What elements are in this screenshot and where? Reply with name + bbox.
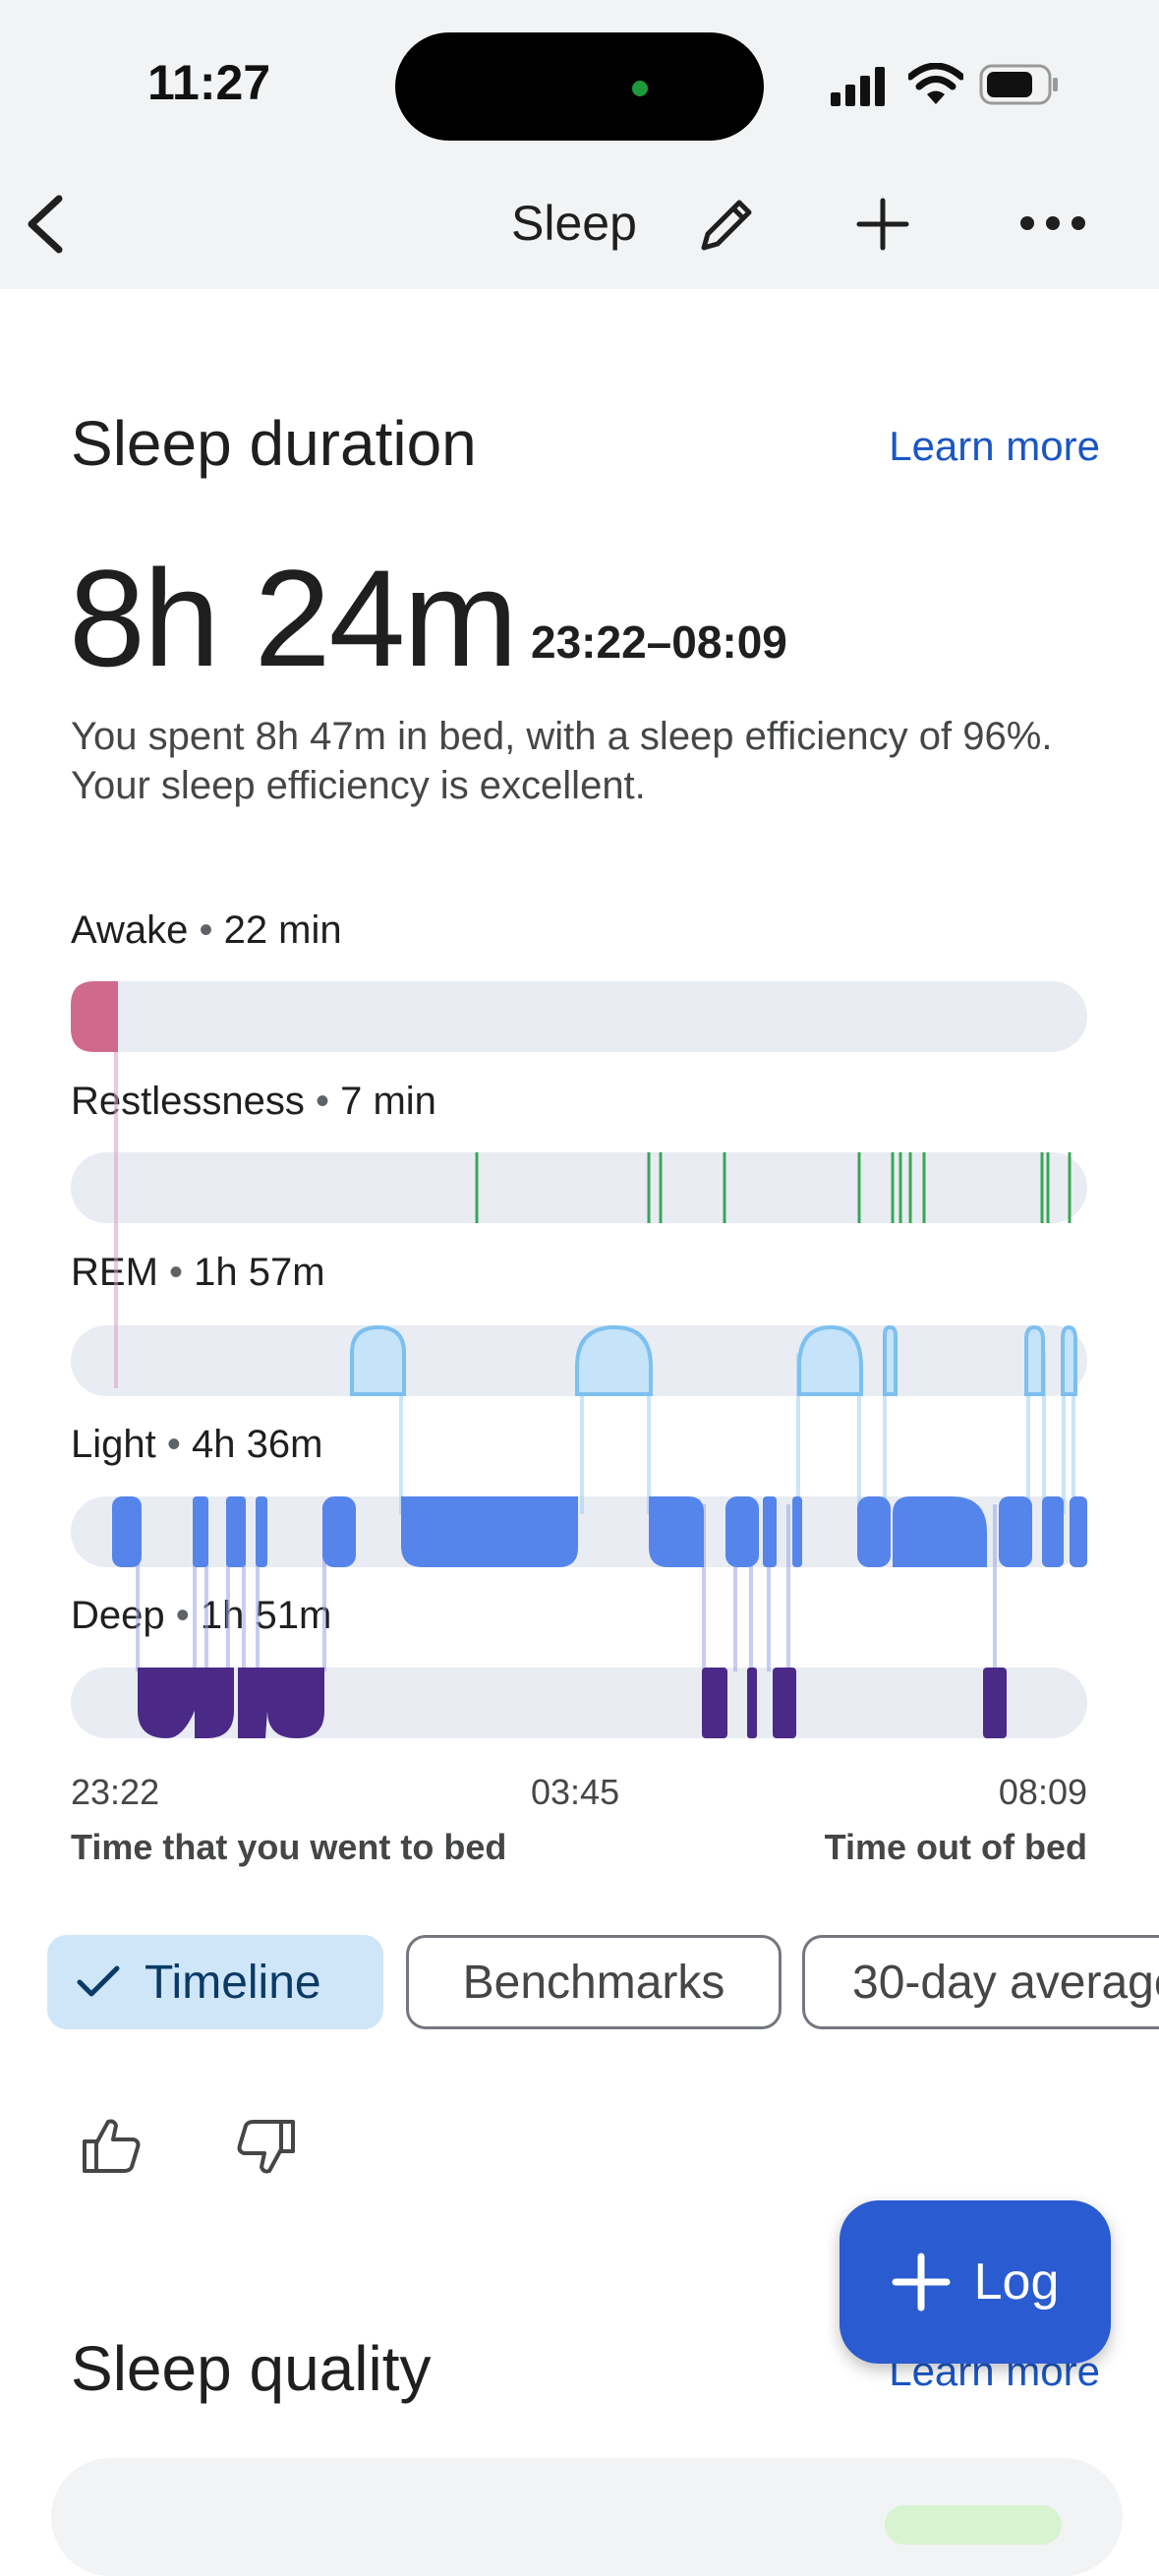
back-icon[interactable] (22, 193, 71, 256)
wifi-icon (908, 63, 963, 104)
signal-icon (831, 67, 885, 106)
average-chip[interactable]: 30-day average (802, 1935, 1159, 2029)
dynamic-island (395, 32, 764, 141)
awake-track (71, 981, 1087, 1052)
quality-badge (885, 2505, 1062, 2545)
edit-icon[interactable] (694, 193, 759, 258)
total-sleep-duration: 8h 24m (69, 541, 518, 695)
page-title: Sleep (511, 196, 637, 251)
timeline-chip[interactable]: Timeline (47, 1935, 383, 2029)
bedtime-caption: Time that you went to bed (71, 1827, 507, 1867)
awake-sep: • (188, 908, 224, 952)
sleep-quality-heading: Sleep quality (71, 2333, 432, 2404)
awake-segment (71, 981, 118, 1052)
timeline-chip-label: Timeline (145, 1956, 321, 2009)
thumbs-up-icon[interactable] (79, 2116, 144, 2177)
battery-icon (979, 64, 1058, 105)
benchmarks-chip[interactable]: Benchmarks (406, 1935, 782, 2029)
sleep-time-range: 23:22–08:09 (531, 616, 787, 668)
sleep-stages-hypnogram[interactable] (0, 964, 1159, 1750)
out-of-bed-caption: Time out of bed (824, 1827, 1087, 1867)
camera-indicator-icon (632, 81, 648, 96)
status-time: 11:27 (147, 55, 271, 110)
sleep-duration-learn-more-link[interactable]: Learn more (889, 423, 1100, 470)
restlessness-track (71, 1152, 1087, 1223)
axis-mid-time: 03:45 (531, 1772, 620, 1812)
log-fab[interactable]: Log (840, 2200, 1111, 2364)
top-bar: 11:27 Sleep (0, 0, 1159, 289)
awake-name: Awake (71, 908, 189, 952)
log-fab-label: Log (973, 2254, 1060, 2311)
more-options-icon[interactable] (1018, 210, 1087, 236)
check-icon (77, 1965, 120, 1997)
sleep-duration-heading: Sleep duration (71, 408, 477, 479)
axis-start-time: 23:22 (71, 1772, 160, 1812)
plus-icon (892, 2253, 951, 2312)
benchmarks-chip-label: Benchmarks (462, 1956, 725, 2009)
awake-value: 22 min (223, 908, 342, 952)
axis-end-time: 08:09 (998, 1772, 1087, 1812)
add-icon[interactable] (853, 195, 912, 254)
sleep-summary-text: You spent 8h 47m in bed, with a sleep ef… (71, 715, 1053, 807)
average-chip-label: 30-day average (852, 1956, 1159, 2009)
awake-label: Awake • 22 min (71, 908, 342, 953)
thumbs-down-icon[interactable] (234, 2116, 299, 2177)
